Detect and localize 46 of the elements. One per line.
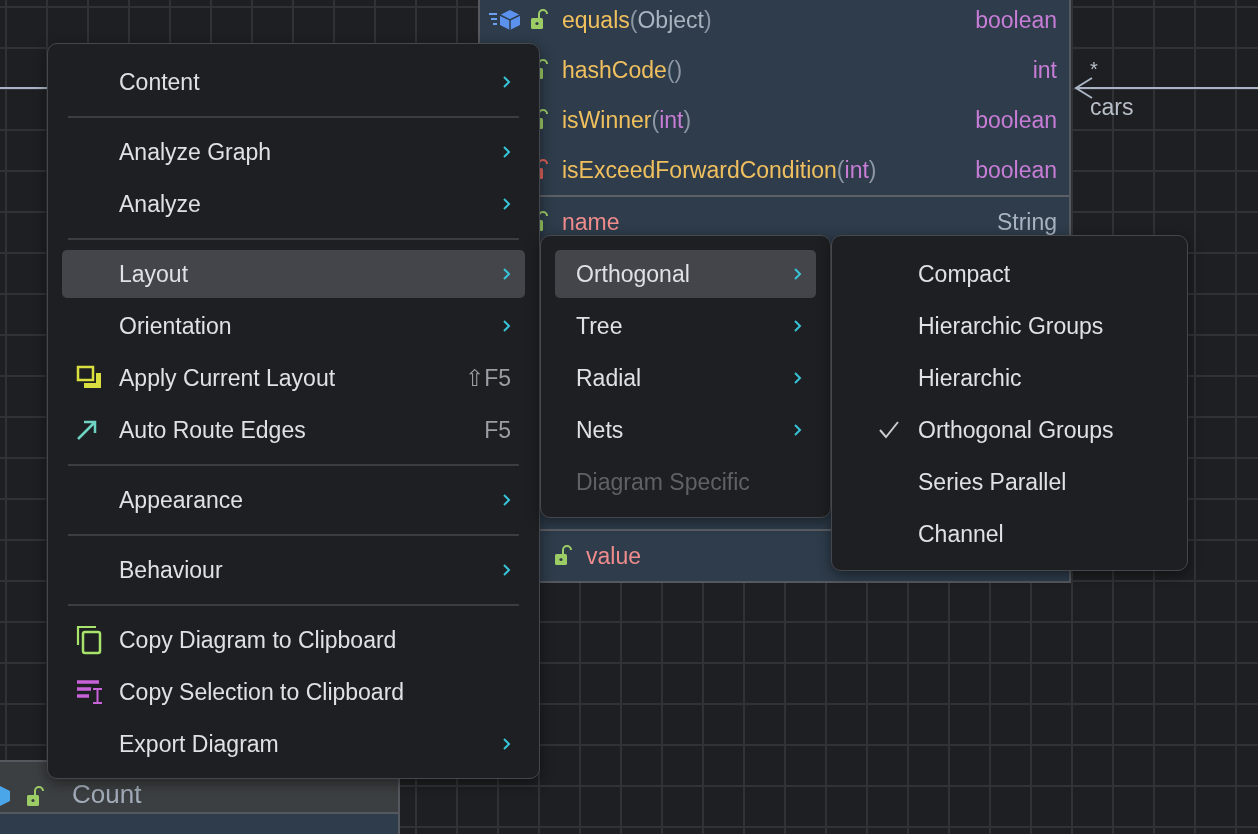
menu-item[interactable]: Radial <box>555 354 816 402</box>
menu-item[interactable]: Apply Current Layout ⇧F5 <box>62 354 525 402</box>
menu-item[interactable]: Hierarchic Groups <box>846 302 1173 350</box>
class-name: Count <box>72 780 142 808</box>
menu-item[interactable]: Analyze Graph <box>62 128 525 176</box>
checkmark-icon <box>878 420 900 440</box>
field-name: name <box>562 208 620 236</box>
class-icon <box>0 784 12 808</box>
menu-item[interactable]: Copy Selection to Clipboard <box>62 668 525 716</box>
menu-item[interactable]: Layout <box>62 250 525 298</box>
return-type: int <box>1032 56 1057 84</box>
layout-squares-icon <box>76 365 104 391</box>
menu-item[interactable]: Channel <box>846 510 1173 558</box>
return-type: boolean <box>975 156 1057 184</box>
menu-item[interactable]: Tree <box>555 302 816 350</box>
method-signature: hashCode() <box>562 56 683 84</box>
menu-item[interactable]: Copy Diagram to Clipboard <box>62 616 525 664</box>
diagonal-arrow-icon <box>76 419 98 441</box>
method-signature: isWinner(int) <box>562 106 692 134</box>
method-signature: equals(Object) <box>562 6 712 34</box>
edge-multiplicity: * <box>1090 58 1098 81</box>
menu-item[interactable]: Orientation <box>62 302 525 350</box>
menu-item[interactable]: Orthogonal <box>555 250 816 298</box>
return-type: boolean <box>975 6 1057 34</box>
edge-line <box>0 87 48 89</box>
menu-item[interactable]: Hierarchic <box>846 354 1173 402</box>
lock-icon <box>26 786 44 808</box>
menu-item[interactable]: Export Diagram <box>62 720 525 768</box>
menu-item[interactable]: Appearance <box>62 476 525 524</box>
menu-item[interactable]: Compact <box>846 250 1173 298</box>
text-selection-icon <box>76 679 104 705</box>
menu-item[interactable]: Behaviour <box>62 546 525 594</box>
menu-item[interactable]: Series Parallel <box>846 458 1173 506</box>
edge-role-label: cars <box>1090 94 1134 121</box>
copy-icon <box>76 625 102 655</box>
shortcut-label: ⇧F5 <box>465 364 511 392</box>
menu-item[interactable]: Nets <box>555 406 816 454</box>
return-type: boolean <box>975 106 1057 134</box>
method-signature: isExceedForwardCondition(int) <box>562 156 877 184</box>
shortcut-label: F5 <box>484 416 511 444</box>
menu-item[interactable]: Auto Route Edges F5 <box>62 406 525 454</box>
menu-item[interactable]: Orthogonal Groups <box>846 406 1173 454</box>
field-name: value <box>586 542 641 570</box>
menu-item[interactable]: Content <box>62 58 525 106</box>
menu-item[interactable]: Analyze <box>62 180 525 228</box>
field-type: String <box>996 208 1057 236</box>
